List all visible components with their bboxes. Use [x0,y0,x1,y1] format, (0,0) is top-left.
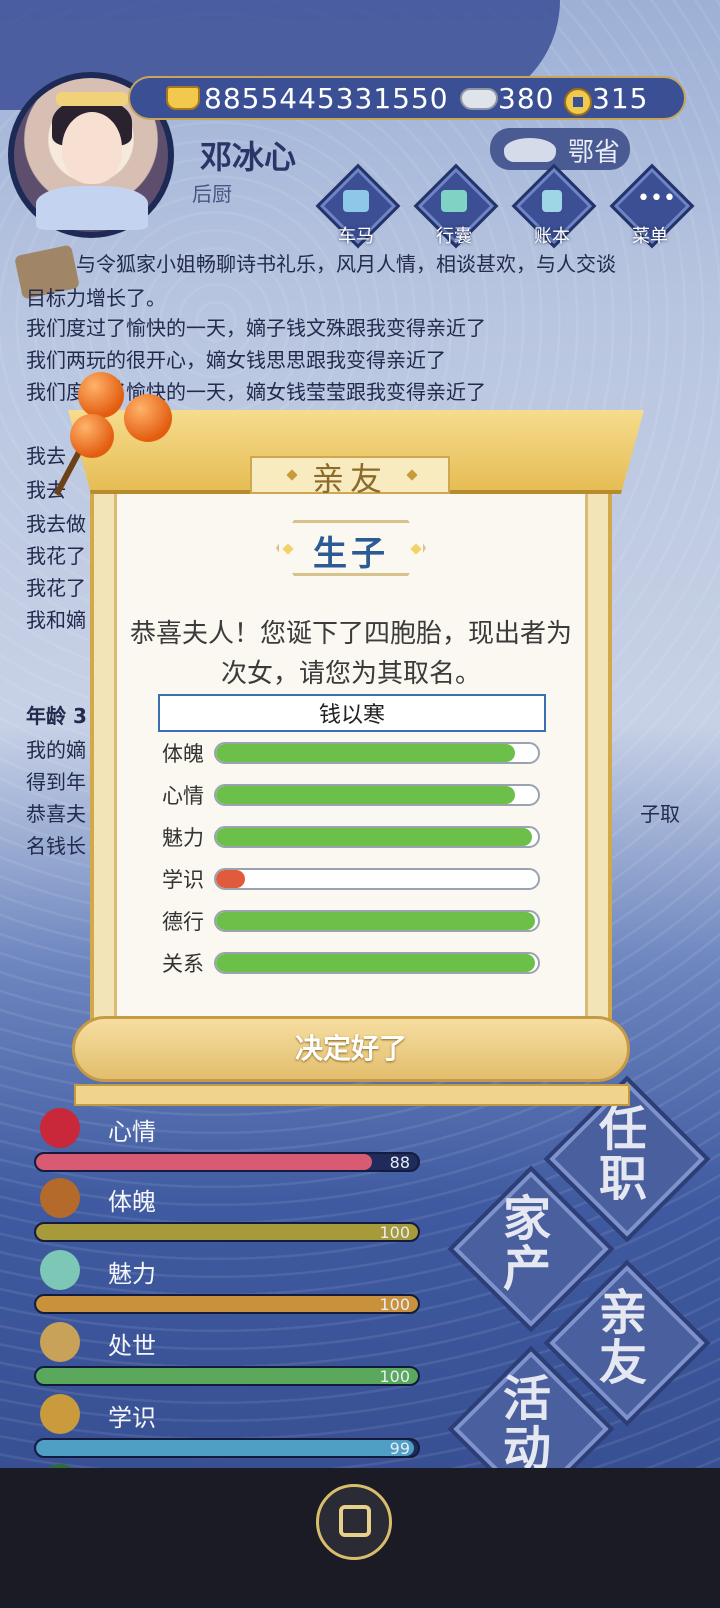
attribute-bar-fill [216,744,516,762]
attribute-bar [214,784,540,806]
attribute-label: 心情 [162,784,204,808]
modal-title: 亲友 [311,460,388,498]
attribute-bar [214,742,540,764]
attribute-bar-fill [216,828,532,846]
attribute-bar-fill [216,870,245,888]
modal-message: 恭喜夫人！您诞下了四胞胎，现出者为次女，请您为其取名。 [129,619,572,689]
confirm-button[interactable]: 决定好了 [72,1016,630,1082]
attribute-label: 体魄 [162,742,204,766]
child-name-input[interactable] [158,694,546,732]
attribute-bar [214,868,540,890]
tanghulu-icon [78,372,124,418]
attribute-bar [214,952,540,974]
modal-subtitle: 生子 [313,534,389,574]
tanghulu-icon [124,394,172,442]
tanghulu-icon [70,414,114,458]
attribute-label: 关系 [162,952,204,976]
attribute-label: 魅力 [162,826,204,850]
attribute-label: 学识 [162,868,204,892]
attribute-bar [214,910,540,932]
attribute-bar-fill [216,912,535,930]
attribute-bar-fill [216,954,535,972]
modal-base [74,1084,630,1106]
attribute-label: 德行 [162,910,204,934]
attribute-bar-fill [216,786,516,804]
attribute-bar [214,826,540,848]
